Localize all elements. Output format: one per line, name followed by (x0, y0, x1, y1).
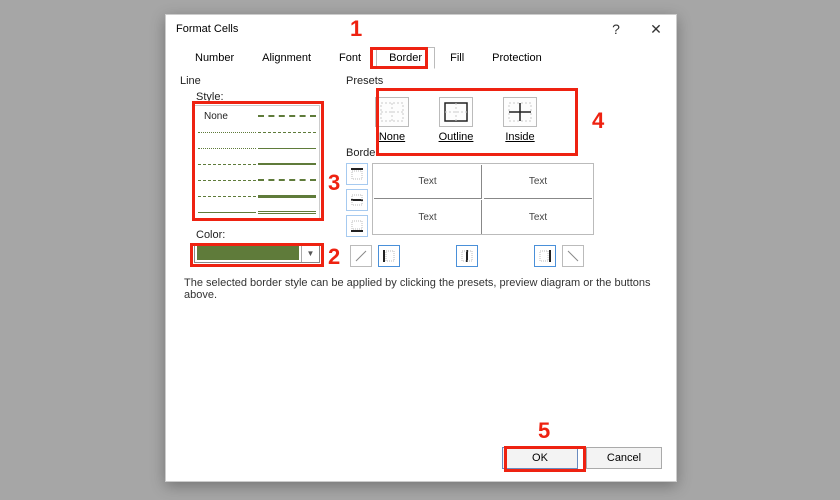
style-option[interactable] (258, 141, 316, 155)
tab-fill[interactable]: Fill (437, 47, 477, 69)
preset-outline[interactable]: Outline (428, 97, 484, 143)
format-cells-dialog: Format Cells ? ✕ Number Alignment Font B… (165, 14, 677, 482)
tab-number[interactable]: Number (182, 47, 247, 69)
border-diag-down-button[interactable] (562, 245, 584, 267)
style-option[interactable] (258, 109, 316, 123)
style-option[interactable] (198, 189, 256, 203)
dialog-title: Format Cells (176, 23, 596, 35)
style-option[interactable] (258, 173, 316, 187)
style-option[interactable] (258, 189, 316, 203)
style-label: Style: (180, 91, 340, 103)
color-picker[interactable]: ▼ (194, 243, 320, 263)
help-text: The selected border style can be applied… (180, 277, 662, 301)
border-hmid-button[interactable] (346, 189, 368, 211)
cancel-button[interactable]: Cancel (586, 447, 662, 469)
tab-alignment[interactable]: Alignment (249, 47, 324, 69)
border-top-button[interactable] (346, 163, 368, 185)
border-right-button[interactable] (534, 245, 556, 267)
preset-outline-label: Outline (428, 131, 484, 143)
preset-inside[interactable]: Inside (492, 97, 548, 143)
preset-none-icon (375, 97, 409, 127)
preset-outline-icon (439, 97, 473, 127)
line-style-picker[interactable]: None (194, 105, 320, 219)
style-option[interactable] (198, 125, 256, 139)
preview-cell: Text (374, 200, 482, 234)
style-option[interactable] (198, 205, 256, 219)
close-icon[interactable]: ✕ (636, 15, 676, 43)
style-option[interactable] (258, 157, 316, 171)
style-option[interactable] (198, 141, 256, 155)
border-preview[interactable]: Text Text Text Text (372, 163, 594, 235)
preset-inside-icon (503, 97, 537, 127)
preview-cell: Text (484, 200, 592, 234)
tab-border[interactable]: Border (376, 47, 435, 69)
preset-inside-label: Inside (492, 131, 548, 143)
preset-none-label: None (364, 131, 420, 143)
line-group-label: Line (180, 75, 340, 87)
tab-font[interactable]: Font (326, 47, 374, 69)
style-option[interactable] (198, 157, 256, 171)
style-option[interactable] (258, 205, 316, 219)
preview-cell: Text (374, 165, 482, 199)
style-option[interactable] (198, 173, 256, 187)
titlebar: Format Cells ? ✕ (166, 15, 676, 43)
preview-cell: Text (484, 165, 592, 199)
border-left-button[interactable] (378, 245, 400, 267)
color-label: Color: (180, 229, 340, 241)
color-swatch (197, 246, 299, 260)
border-bottom-button[interactable] (346, 215, 368, 237)
help-icon[interactable]: ? (596, 15, 636, 43)
tab-strip: Number Alignment Font Border Fill Protec… (166, 47, 676, 69)
style-none[interactable]: None (198, 111, 256, 122)
ok-button[interactable]: OK (502, 447, 578, 469)
preset-none[interactable]: None (364, 97, 420, 143)
tab-protection[interactable]: Protection (479, 47, 555, 69)
border-group-label: Border (346, 147, 662, 159)
chevron-down-icon[interactable]: ▼ (301, 244, 319, 262)
border-vmid-button[interactable] (456, 245, 478, 267)
border-diag-up-button[interactable] (350, 245, 372, 267)
style-option[interactable] (258, 125, 316, 139)
presets-group-label: Presets (346, 75, 662, 87)
